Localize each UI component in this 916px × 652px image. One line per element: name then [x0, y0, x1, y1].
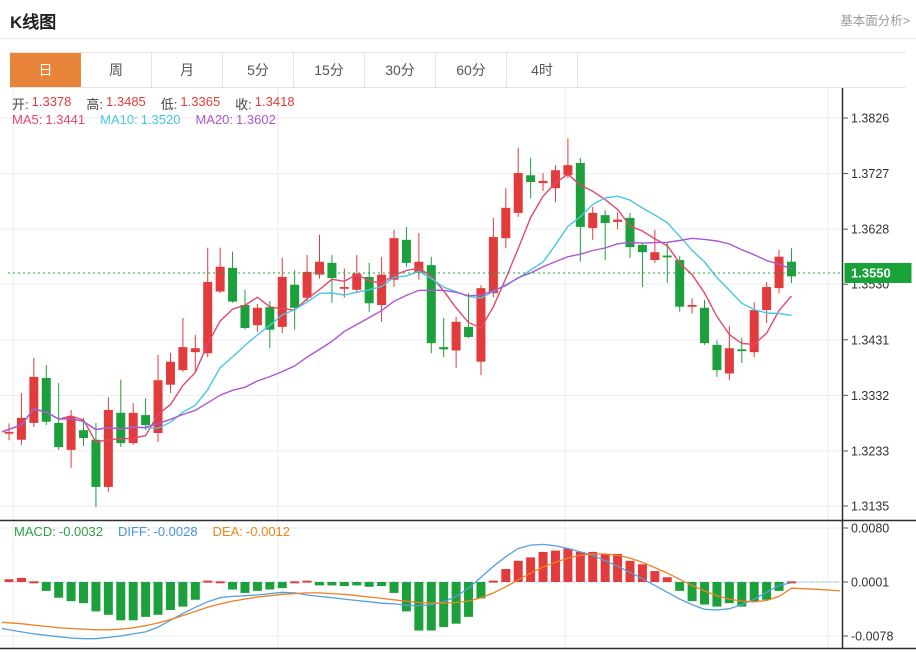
dea-label: DEA: [213, 524, 243, 539]
ma-legend: MA5:1.3441 MA10:1.3520 MA20:1.3602 [12, 112, 276, 127]
ma20-label: MA20: [195, 112, 233, 127]
price-axis-labels: 1.38261.37271.36281.35301.34311.33321.32… [842, 112, 893, 644]
svg-text:1.3550: 1.3550 [851, 265, 891, 280]
svg-text:1.3628: 1.3628 [851, 223, 889, 237]
ohlc-legend: 开:1.3378 高:1.3485 低:1.3365 收:1.3418 [12, 94, 295, 113]
macd-value: -0.0032 [59, 524, 103, 539]
close-label: 收: [235, 94, 252, 113]
macd-histogram-layer [5, 549, 796, 631]
low-label: 低: [161, 94, 178, 113]
open-value: 1.3378 [32, 94, 72, 113]
ma5-value: 1.3441 [45, 112, 85, 127]
svg-text:1.3826: 1.3826 [851, 112, 889, 126]
axis-frame [0, 88, 916, 649]
high-label: 高: [86, 94, 103, 113]
candle-wick-layer [9, 138, 791, 507]
svg-text:-0.0078: -0.0078 [851, 629, 893, 643]
macd-legend: MACD:-0.0032 DIFF:-0.0028 DEA:-0.0012 [14, 524, 290, 539]
close-value: 1.3418 [255, 94, 295, 113]
high-value: 1.3485 [106, 94, 146, 113]
ma10-label: MA10: [100, 112, 138, 127]
open-label: 开: [12, 94, 29, 113]
svg-text:0.0001: 0.0001 [851, 576, 889, 590]
svg-text:1.3332: 1.3332 [851, 389, 889, 403]
svg-text:1.3727: 1.3727 [851, 167, 889, 181]
ma5-label: MA5: [12, 112, 42, 127]
svg-text:0.0080: 0.0080 [851, 522, 889, 536]
macd-label: MACD: [14, 524, 56, 539]
diff-label: DIFF: [118, 524, 151, 539]
dea-value: -0.0012 [246, 524, 290, 539]
current-price-tag: 1.3550 [845, 263, 912, 283]
svg-text:1.3233: 1.3233 [851, 444, 889, 458]
ma20-value: 1.3602 [236, 112, 276, 127]
svg-text:1.3135: 1.3135 [851, 500, 889, 514]
low-value: 1.3365 [180, 94, 220, 113]
svg-text:1.3431: 1.3431 [851, 333, 889, 347]
diff-value: -0.0028 [153, 524, 197, 539]
ma10-value: 1.3520 [141, 112, 181, 127]
